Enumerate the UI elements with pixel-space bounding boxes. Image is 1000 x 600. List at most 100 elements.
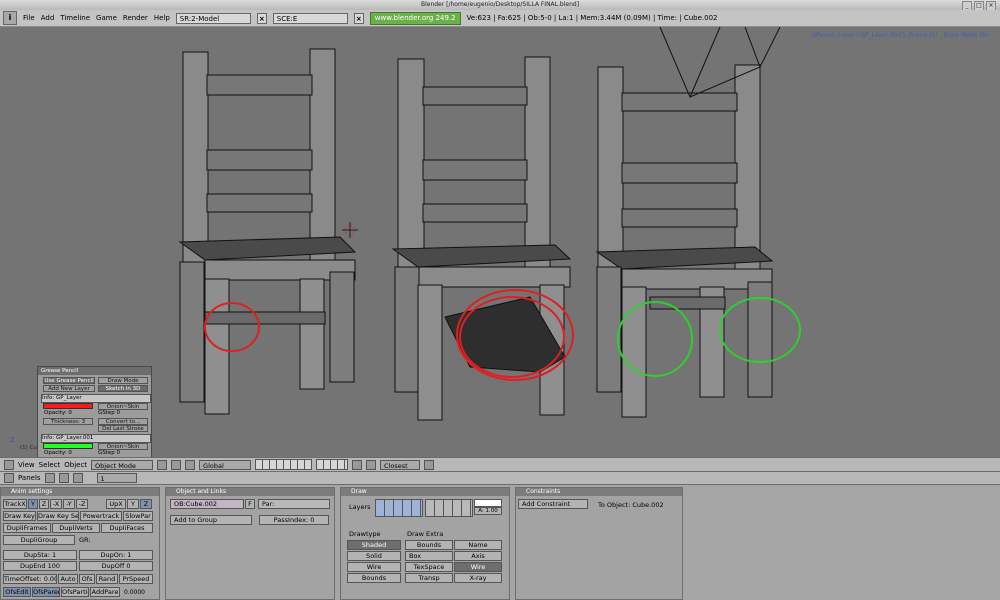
camera-wireframe[interactable] xyxy=(659,27,781,98)
scene-delete-icon[interactable]: × xyxy=(353,12,364,24)
3d-cursor-icon[interactable] xyxy=(342,222,358,238)
chair-right[interactable] xyxy=(595,64,774,418)
dup-on-field[interactable]: DupOn: 1 xyxy=(79,550,153,560)
auto-button[interactable]: Auto xyxy=(58,574,78,584)
sketch-in-3d-button[interactable]: Sketch in 3D xyxy=(98,385,148,392)
gp-layer-onion-skin[interactable]: Onion~Skin xyxy=(98,403,148,410)
drawtype-wire-button[interactable]: Wire xyxy=(347,562,401,572)
draw-mode-button[interactable]: Draw Mode xyxy=(98,377,148,384)
lock-icon[interactable] xyxy=(352,459,363,470)
up-y-button[interactable]: Y xyxy=(127,499,139,509)
gp-convert-button[interactable]: Convert to... xyxy=(98,418,148,425)
drawtype-shaded-button[interactable]: Shaded xyxy=(347,540,401,550)
pass-index-field[interactable]: PassIndex: 0 xyxy=(259,515,329,525)
chair-left[interactable] xyxy=(178,48,357,415)
dupliverts-button[interactable]: DupliVerts xyxy=(52,523,100,533)
track-neg-y-button[interactable]: -Y xyxy=(63,499,75,509)
menu-add[interactable]: Add xyxy=(41,14,55,22)
extra-xray-button[interactable]: X-ray xyxy=(454,573,502,583)
scene-selector[interactable]: SCE:E xyxy=(272,12,348,24)
gp-layer-color-red[interactable] xyxy=(43,403,93,409)
dupliframes-button[interactable]: DupliFrames xyxy=(3,523,51,533)
gp-layer-gstep[interactable]: GStep 0 xyxy=(98,410,120,416)
gp-layer-001-opacity[interactable]: Opacity: 0 xyxy=(44,450,72,456)
menu-object[interactable]: Object xyxy=(64,461,87,469)
ofs-button[interactable]: Ofs xyxy=(79,574,95,584)
up-z-button[interactable]: Z xyxy=(140,499,152,509)
panels-menu[interactable]: Panels xyxy=(18,474,41,482)
object-color-swatch[interactable] xyxy=(474,499,502,507)
gp-layer-name[interactable]: Info: GP_Layer xyxy=(41,394,151,403)
bounds-type-selector[interactable]: Box xyxy=(405,551,453,561)
up-x-button[interactable]: UpX xyxy=(106,499,126,509)
dup-start-field[interactable]: DupSta: 1 xyxy=(3,550,77,560)
dup-off-field[interactable]: DupOff 0 xyxy=(79,561,153,571)
track-x-button[interactable]: TrackX xyxy=(3,499,27,509)
use-grease-pencil-button[interactable]: Use Grease Pencil xyxy=(43,377,95,384)
snap-mode-selector[interactable]: Closest xyxy=(380,459,421,470)
render-icon[interactable] xyxy=(424,459,435,470)
dup-end-field[interactable]: DupEnd 100 xyxy=(3,561,77,571)
add-parent-button[interactable]: AddPare xyxy=(90,587,120,597)
track-y-button[interactable]: Y xyxy=(28,499,38,509)
duplifaces-button[interactable]: DupliFaces xyxy=(101,523,153,533)
material-context-icon[interactable] xyxy=(58,473,69,483)
gp-layer-thickness[interactable]: Thickness: 3 xyxy=(43,418,93,425)
layer-buttons[interactable] xyxy=(255,459,313,470)
gp-layer-opacity[interactable]: Opacity: 0 xyxy=(44,410,72,416)
extra-wire-button[interactable]: Wire xyxy=(454,562,502,572)
drawtype-bounds-button[interactable]: Bounds xyxy=(347,573,401,583)
ofs-parent-button[interactable]: OfsParen xyxy=(32,587,60,597)
time-offset-field[interactable]: TimeOffset: 0.00 xyxy=(3,574,57,584)
frame-field[interactable]: 1 xyxy=(96,473,137,483)
snap-icon[interactable] xyxy=(366,459,377,470)
draw-type-icon[interactable] xyxy=(157,459,168,470)
add-new-layer-button[interactable]: Add New Layer xyxy=(43,385,95,392)
menu-view[interactable]: View xyxy=(18,461,35,469)
rand-button[interactable]: Rand xyxy=(96,574,118,584)
gp-layer-001-name[interactable]: Info: GP_Layer.001 xyxy=(41,434,151,443)
menu-select[interactable]: Select xyxy=(39,461,61,469)
parent-field[interactable]: Par: xyxy=(258,499,330,509)
alpha-field[interactable]: A: 1.00 xyxy=(474,507,502,515)
layer-buttons-2[interactable] xyxy=(316,459,349,470)
object-layer-buttons[interactable] xyxy=(375,499,423,517)
pivot-icon[interactable] xyxy=(171,459,182,470)
fake-user-button[interactable]: F xyxy=(245,499,255,509)
ofs-particle-button[interactable]: OfsPartic xyxy=(61,587,89,597)
draw-key-button[interactable]: Draw Key xyxy=(3,511,36,521)
gp-layer-001-gstep[interactable]: GStep 0 xyxy=(98,450,120,456)
extra-name-button[interactable]: Name xyxy=(454,540,502,550)
gp-layer-001-color-green[interactable] xyxy=(43,443,93,449)
slowpar-button[interactable]: SlowPar xyxy=(123,511,153,521)
object-layer-buttons-2[interactable] xyxy=(425,499,473,517)
track-neg-z-button[interactable]: -Z xyxy=(76,499,88,509)
add-constraint-button[interactable]: Add Constraint xyxy=(518,499,588,509)
add-to-group-button[interactable]: Add to Group xyxy=(170,515,252,525)
screen-delete-icon[interactable]: × xyxy=(256,12,267,24)
orientation-selector[interactable]: Global xyxy=(199,459,252,470)
object-name-field[interactable]: OB:Cube.002 xyxy=(170,499,244,509)
draw-key-sel-button[interactable]: Draw Key Sel xyxy=(37,511,79,521)
screen-selector[interactable]: SR:2-Model xyxy=(175,12,251,24)
menu-help[interactable]: Help xyxy=(154,14,170,22)
gp-layer-001-onion-skin[interactable]: Onion~Skin xyxy=(98,443,148,450)
extra-texspace-button[interactable]: TexSpace xyxy=(405,562,453,572)
gp-delete-last-stroke-button[interactable]: Del Last Stroke xyxy=(98,425,148,432)
extra-axis-button[interactable]: Axis xyxy=(454,551,502,561)
mode-selector[interactable]: Object Mode xyxy=(91,459,154,470)
track-z-button[interactable]: Z xyxy=(39,499,49,509)
scene-context-icon[interactable] xyxy=(72,473,83,483)
menu-timeline[interactable]: Timeline xyxy=(60,14,90,22)
hand-icon[interactable] xyxy=(185,459,196,470)
menu-game[interactable]: Game xyxy=(96,14,117,22)
buttons-editor-icon[interactable] xyxy=(4,473,14,483)
editor-type-icon[interactable] xyxy=(4,459,14,470)
track-neg-x-button[interactable]: -X xyxy=(50,499,62,509)
blender-url[interactable]: www.blender.org 249.2 xyxy=(369,11,461,25)
powertrack-button[interactable]: Powertrack xyxy=(80,511,122,521)
drawtype-solid-button[interactable]: Solid xyxy=(347,551,401,561)
menu-render[interactable]: Render xyxy=(123,14,148,22)
object-context-icon[interactable] xyxy=(44,473,55,483)
dupligroup-button[interactable]: DupliGroup xyxy=(3,535,75,545)
